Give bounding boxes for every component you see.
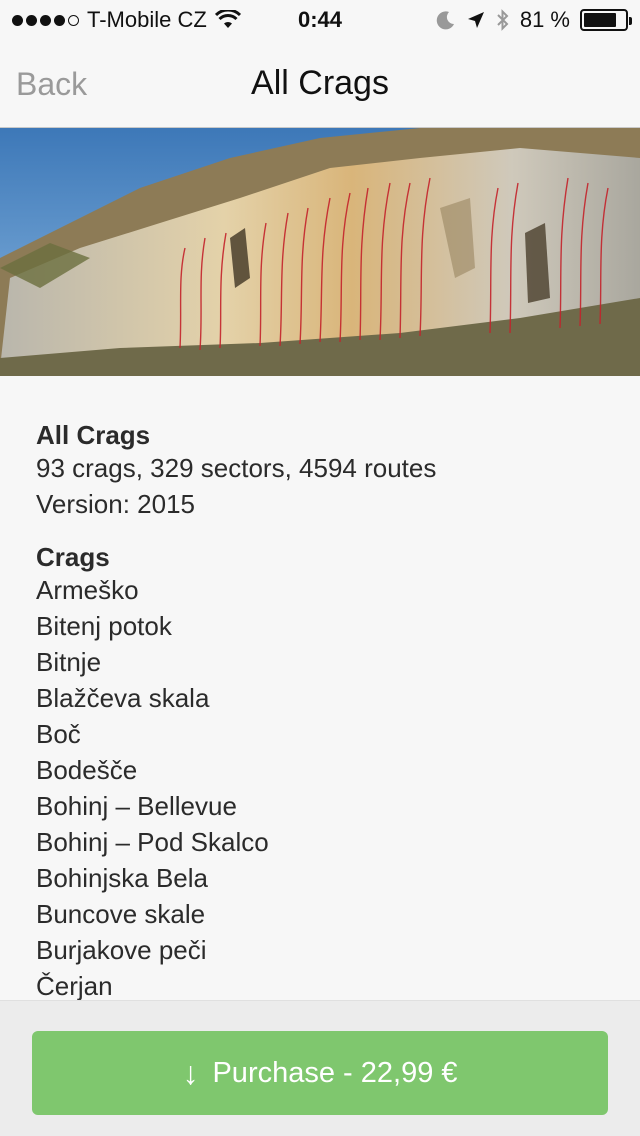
pack-details: All Crags 93 crags, 329 sectors, 4594 ro… <box>0 376 640 1000</box>
carrier-label: T-Mobile CZ <box>87 7 207 32</box>
battery-fill <box>584 13 617 27</box>
crag-item: Bohinj – Pod Skalco <box>36 827 269 857</box>
purchase-button[interactable]: ↓ Purchase - 22,99 € <box>32 1031 608 1115</box>
pack-title: All Crags <box>36 420 151 450</box>
crag-item: Boč <box>36 719 81 749</box>
download-arrow-icon: ↓ <box>182 1054 199 1091</box>
bluetooth-icon <box>497 9 509 31</box>
crag-item: Burjakove peči <box>36 935 207 965</box>
page-title: All Crags <box>251 64 389 102</box>
crag-item: Bodešče <box>36 755 138 785</box>
signal-strength-icon <box>12 14 79 26</box>
status-left: T-Mobile CZ <box>12 7 436 33</box>
wifi-icon <box>214 10 241 28</box>
moon-icon <box>436 11 454 30</box>
pack-version: Version: 2015 <box>36 489 196 519</box>
crag-list: Armeško Bitenj potok Bitnje Blažčeva ska… <box>36 572 604 1000</box>
crag-item: Bitenj potok <box>36 611 172 641</box>
crag-item: Bitnje <box>36 647 102 677</box>
crag-item: Čerjan <box>36 971 113 1000</box>
crag-photo <box>0 128 640 376</box>
pack-stats: 93 crags, 329 sectors, 4594 routes <box>36 453 437 483</box>
crags-heading: Crags <box>36 542 110 572</box>
status-right: 81 % <box>436 7 632 33</box>
location-arrow-icon <box>467 12 484 28</box>
battery-percent: 81 % <box>519 7 570 32</box>
navigation-bar: Back All Crags <box>0 40 640 128</box>
crag-item: Blažčeva skala <box>36 683 210 713</box>
crag-item: Bohinjska Bela <box>36 863 208 893</box>
purchase-footer: ↓ Purchase - 22,99 € <box>0 1000 640 1136</box>
purchase-label: Purchase - 22,99 € <box>212 1056 458 1089</box>
crag-item: Armeško <box>36 575 139 605</box>
battery-icon <box>580 9 632 31</box>
status-bar: T-Mobile CZ 0:44 81 % <box>0 0 640 40</box>
crag-item: Buncove skale <box>36 899 206 929</box>
crag-item: Bohinj – Bellevue <box>36 791 237 821</box>
